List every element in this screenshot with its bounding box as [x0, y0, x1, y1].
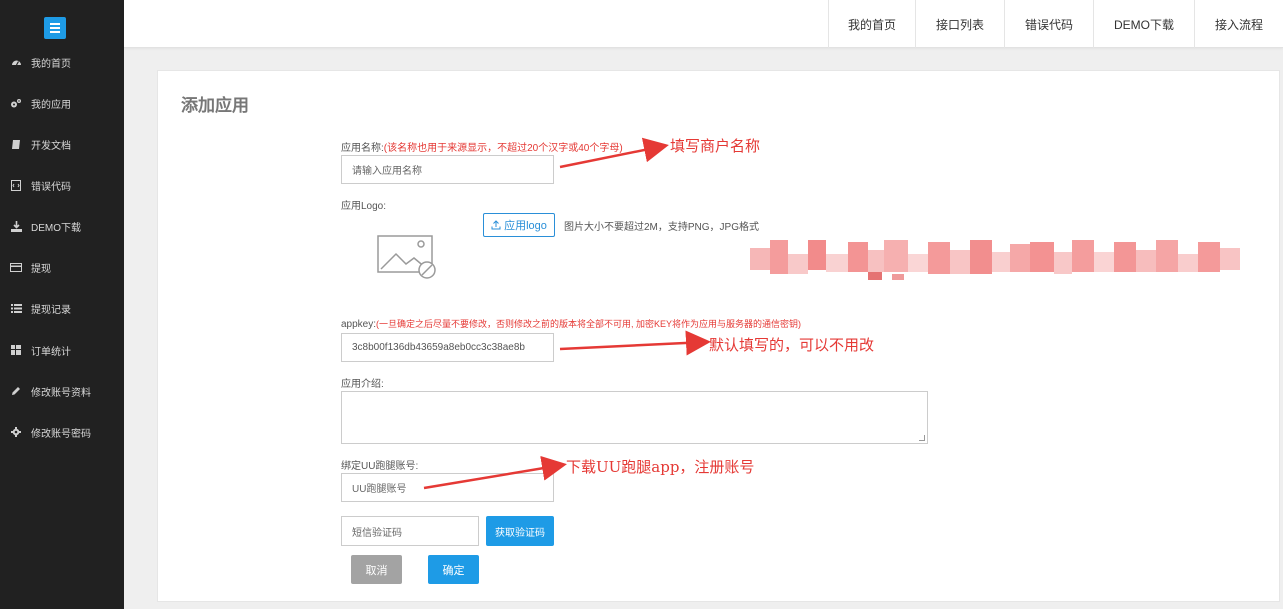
annotation-fill-merchant-name: 填写商户名称: [670, 137, 761, 155]
arrow-name: [559, 137, 669, 169]
annotation-default-appkey: 默认填写的，可以不用改: [709, 336, 875, 354]
arrow-uu: [423, 455, 567, 490]
annotation-arrows: [423, 137, 711, 490]
annotation-download-uu: 下载UU跑腿app，注册账号: [566, 458, 755, 476]
arrow-appkey: [559, 330, 711, 356]
